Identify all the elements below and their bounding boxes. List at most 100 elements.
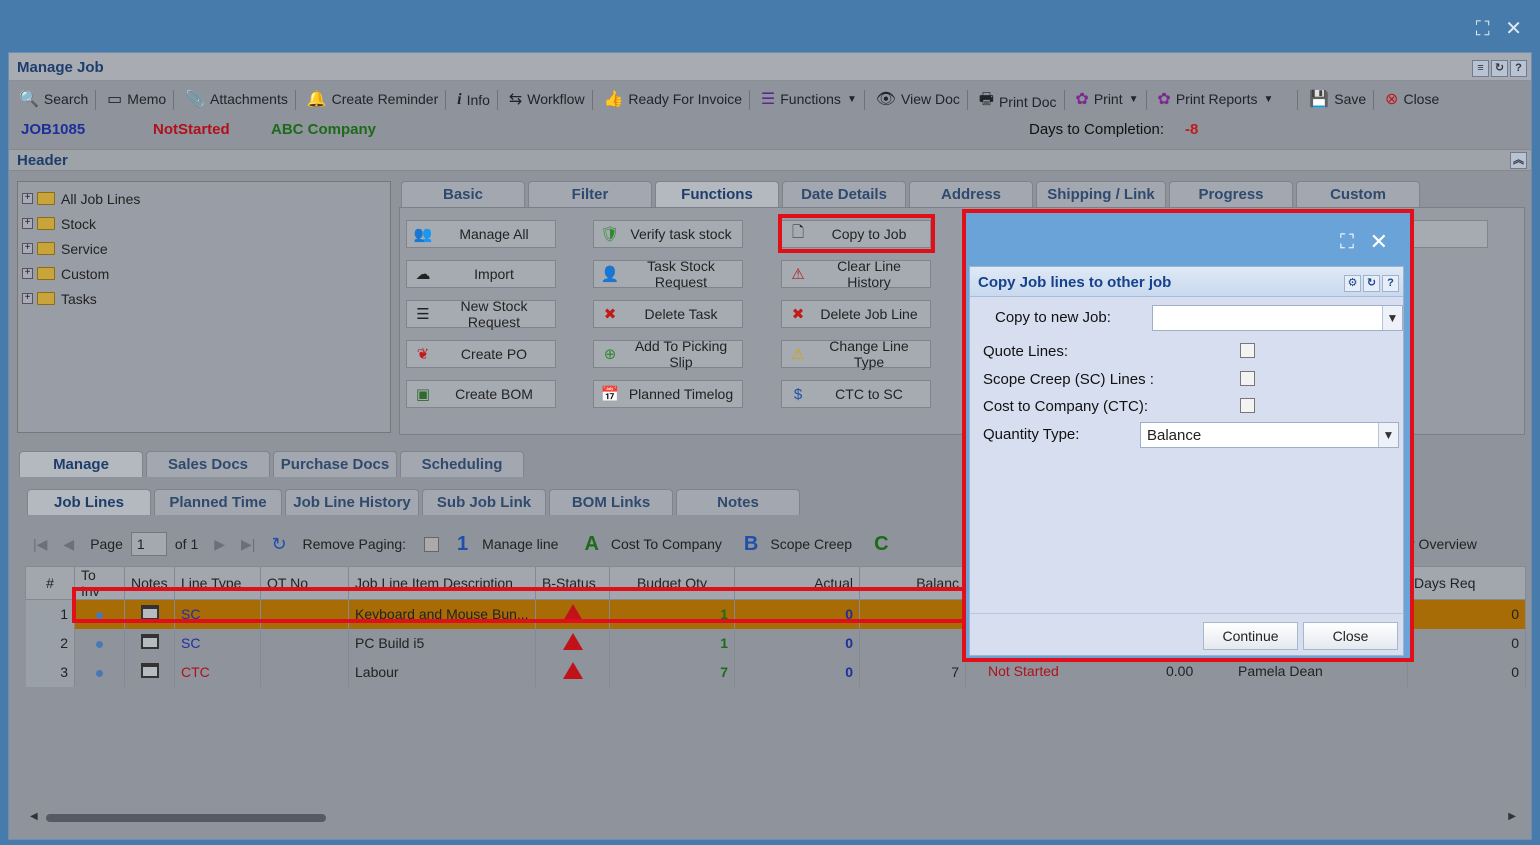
workflow-button[interactable]: ⇆ Workflow xyxy=(503,83,591,115)
tab-manage[interactable]: Manage xyxy=(19,451,143,477)
job-line-tree: + All Job Lines + Stock + Service + Custom +… xyxy=(17,181,391,433)
print-reports-button[interactable]: ✿ Print Reports ▼ xyxy=(1151,83,1279,115)
next-page-icon[interactable]: ▶ xyxy=(214,536,225,553)
tab-job-lines[interactable]: Job Lines xyxy=(27,489,151,515)
info-button[interactable]: i Info xyxy=(451,84,496,116)
expand-icon[interactable]: + xyxy=(22,218,33,229)
view-doc-button[interactable]: 👁 View Doc xyxy=(870,83,966,115)
change-line-type-button[interactable]: ⚠ Change Line Type xyxy=(781,338,931,370)
tab-bom-links[interactable]: BOM Links xyxy=(549,489,673,515)
create-reminder-button[interactable]: 🔔 Create Reminder xyxy=(301,83,445,115)
dialog-close-button[interactable]: Close xyxy=(1303,622,1398,650)
delete-job-line-button[interactable]: ✖ Delete Job Line xyxy=(781,300,931,328)
chevron-down-icon[interactable]: ▼ xyxy=(1382,306,1402,330)
ready-for-invoice-button[interactable]: 👍 Ready For Invoice xyxy=(597,83,748,115)
list-icon[interactable]: ≡ xyxy=(1472,60,1489,77)
maximize-icon[interactable]: ⛶ xyxy=(1476,18,1490,41)
tab-basic[interactable]: Basic xyxy=(401,181,525,207)
help-icon[interactable]: ? xyxy=(1382,275,1399,292)
tab-shipping-link[interactable]: Shipping / Link xyxy=(1036,181,1166,207)
delete-task-button[interactable]: ✖ Delete Task xyxy=(593,300,743,328)
print-doc-button[interactable]: 🖶 Print Doc xyxy=(973,86,1063,118)
new-stock-request-button[interactable]: ☰ New Stock Request xyxy=(406,298,556,330)
manage-all-button[interactable]: 👥 Manage All xyxy=(406,220,556,248)
memo-button[interactable]: ▭ Memo xyxy=(101,83,172,115)
tab-address[interactable]: Address xyxy=(909,181,1033,207)
col-header-number[interactable]: # xyxy=(25,566,75,600)
ctc-to-sc-button[interactable]: $ CTC to SC xyxy=(781,380,931,408)
tree-item-stock[interactable]: + Stock xyxy=(22,211,386,236)
gear-icon[interactable]: ⚙ xyxy=(1344,275,1361,292)
chevron-down-icon: ▼ xyxy=(1263,93,1274,105)
functions-menu-button[interactable]: ☰ Functions ▼ xyxy=(755,83,863,115)
chevron-down-icon[interactable]: ▼ xyxy=(1378,423,1398,447)
refresh-icon[interactable]: ↻ xyxy=(1491,60,1508,77)
print-menu-button[interactable]: ✿ Print ▼ xyxy=(1069,83,1144,115)
ctc-checkbox[interactable] xyxy=(1240,398,1255,413)
create-po-button[interactable]: ❦ Create PO xyxy=(406,340,556,368)
expand-icon[interactable]: + xyxy=(22,243,33,254)
tab-job-line-history[interactable]: Job Line History xyxy=(285,489,419,515)
tree-item-tasks[interactable]: + Tasks xyxy=(22,286,386,311)
tree-item-custom[interactable]: + Custom xyxy=(22,261,386,286)
task-stock-request-button[interactable]: 👤 Task Stock Request xyxy=(593,258,743,290)
page-number-input[interactable]: 1 xyxy=(130,532,167,556)
import-button[interactable]: ☁ Import xyxy=(406,260,556,288)
search-button[interactable]: 🔍 Search xyxy=(13,83,94,115)
col-header-days-req[interactable]: Days Req xyxy=(1407,566,1526,600)
notes-icon[interactable] xyxy=(140,663,159,678)
refresh-icon[interactable]: ↻ xyxy=(271,534,286,555)
folder-icon xyxy=(37,242,55,255)
clear-line-history-button[interactable]: ⚠ Clear Line History xyxy=(781,258,931,290)
scope-creep-checkbox[interactable] xyxy=(1240,371,1255,386)
copy-to-new-job-combo[interactable]: ▼ xyxy=(1152,305,1403,331)
annotation-copy-to-job xyxy=(778,214,935,253)
expand-icon[interactable]: + xyxy=(22,193,33,204)
quantity-type-select[interactable]: Balance ▼ xyxy=(1140,422,1399,448)
scope-creep-label: Scope Creep (SC) Lines : xyxy=(983,371,1154,388)
close-icon[interactable]: ✕ xyxy=(1505,16,1522,41)
notes-icon[interactable] xyxy=(140,634,159,649)
status-warning-triangle-icon xyxy=(562,662,583,679)
expand-icon[interactable]: + xyxy=(22,268,33,279)
last-page-icon[interactable]: ▶| xyxy=(241,536,255,553)
expand-icon[interactable]: + xyxy=(22,293,33,304)
refresh-icon[interactable]: ↻ xyxy=(1363,275,1380,292)
tab-notes[interactable]: Notes xyxy=(676,489,800,515)
horizontal-scrollbar[interactable]: ◀ ▶ xyxy=(24,810,1518,826)
tree-item-service[interactable]: + Service xyxy=(22,236,386,261)
planned-timelog-button[interactable]: 📅 Planned Timelog xyxy=(593,380,743,408)
delete-x-icon: ✖ xyxy=(791,306,805,323)
tab-sales-docs[interactable]: Sales Docs xyxy=(146,451,270,477)
quote-lines-checkbox[interactable] xyxy=(1240,343,1255,358)
prev-page-icon[interactable]: ◀ xyxy=(63,536,74,553)
create-bom-button[interactable]: ▣ Create BOM xyxy=(406,380,556,408)
tab-sub-job-link[interactable]: Sub Job Link xyxy=(422,489,546,515)
first-page-icon[interactable]: |◀ xyxy=(33,536,47,553)
tab-custom[interactable]: Custom xyxy=(1296,181,1420,207)
tree-item-all-job-lines[interactable]: + All Job Lines xyxy=(22,186,386,211)
tab-purchase-docs[interactable]: Purchase Docs xyxy=(273,451,397,477)
close-button[interactable]: ⊗ Close xyxy=(1379,83,1445,115)
tab-filter[interactable]: Filter xyxy=(528,181,652,207)
remove-paging-checkbox[interactable] xyxy=(424,536,440,552)
tab-date-details[interactable]: Date Details xyxy=(782,181,906,207)
dialog-title-bar: Copy Job lines to other job ⚙ ↻? xyxy=(970,267,1403,297)
quantity-type-label: Quantity Type: xyxy=(983,426,1080,443)
verify-task-stock-button[interactable]: 🛡 Verify task stock xyxy=(593,220,743,248)
tab-functions[interactable]: Functions xyxy=(655,181,779,207)
collapse-icon[interactable]: ︽ xyxy=(1510,152,1527,169)
save-button[interactable]: 💾 Save xyxy=(1303,83,1372,115)
tab-planned-time[interactable]: Planned Time xyxy=(154,489,282,515)
scrollbar-thumb[interactable] xyxy=(46,814,326,822)
add-to-picking-slip-button[interactable]: ⊕ Add To Picking Slip xyxy=(593,338,743,370)
create-po-icon: ❦ xyxy=(416,346,430,363)
continue-button[interactable]: Continue xyxy=(1203,622,1298,650)
scroll-left-icon[interactable]: ◀ xyxy=(30,811,38,822)
help-icon[interactable]: ? xyxy=(1510,60,1527,77)
overview-link[interactable]: ry Overview xyxy=(1403,536,1477,552)
scroll-right-icon[interactable]: ▶ xyxy=(1508,811,1516,822)
tab-scheduling[interactable]: Scheduling xyxy=(400,451,524,477)
tab-progress[interactable]: Progress xyxy=(1169,181,1293,207)
attachments-button[interactable]: 📎 Attachments xyxy=(179,83,294,115)
